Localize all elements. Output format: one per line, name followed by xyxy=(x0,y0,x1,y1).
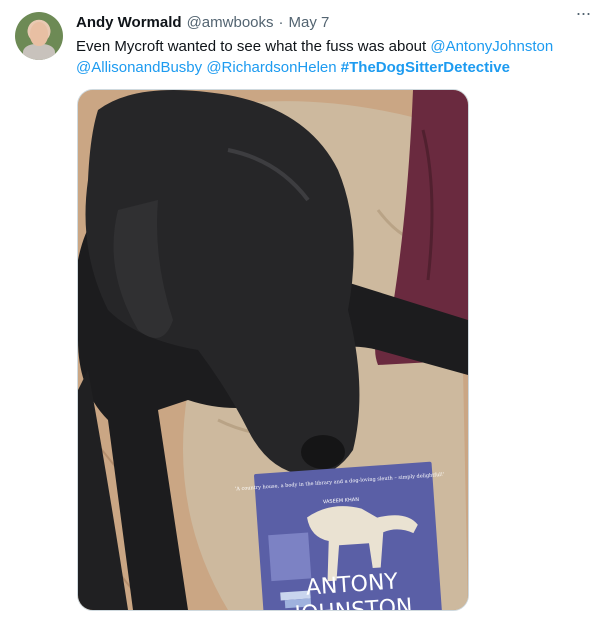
tweet-text-intro: Even Mycroft wanted to see what the fuss… xyxy=(76,38,431,55)
tweet[interactable]: Andy Wormald @amwbooks · May 7 ··· Even … xyxy=(0,0,600,618)
avatar[interactable] xyxy=(15,12,63,60)
mention-allisonandbusby[interactable]: @AllisonandBusby xyxy=(76,59,202,76)
separator-dot: · xyxy=(278,13,284,31)
tweet-text: Even Mycroft wanted to see what the fuss… xyxy=(76,36,586,78)
book: 'A country house, a body in the library … xyxy=(235,461,445,610)
tweet-date[interactable]: May 7 xyxy=(289,14,330,31)
tweet-header: Andy Wormald @amwbooks · May 7 xyxy=(76,12,580,32)
book-shelf-art xyxy=(268,532,312,582)
mention-antonyjohnston[interactable]: @AntonyJohnston xyxy=(430,38,553,55)
dog-nose xyxy=(301,435,345,469)
mention-richardsonhelen[interactable]: @RichardsonHelen xyxy=(206,59,336,76)
tweet-photo[interactable]: 'A country house, a body in the library … xyxy=(77,89,469,611)
avatar-shirt xyxy=(23,44,55,60)
avatar-face xyxy=(30,22,48,46)
photo-illustration: 'A country house, a body in the library … xyxy=(78,90,468,610)
ellipsis-icon[interactable]: ··· xyxy=(572,4,594,28)
author-handle[interactable]: @amwbooks xyxy=(187,14,274,31)
hashtag-thedogsitterdetective[interactable]: #TheDogSitterDetective xyxy=(341,59,510,76)
author-name[interactable]: Andy Wormald xyxy=(76,14,182,31)
